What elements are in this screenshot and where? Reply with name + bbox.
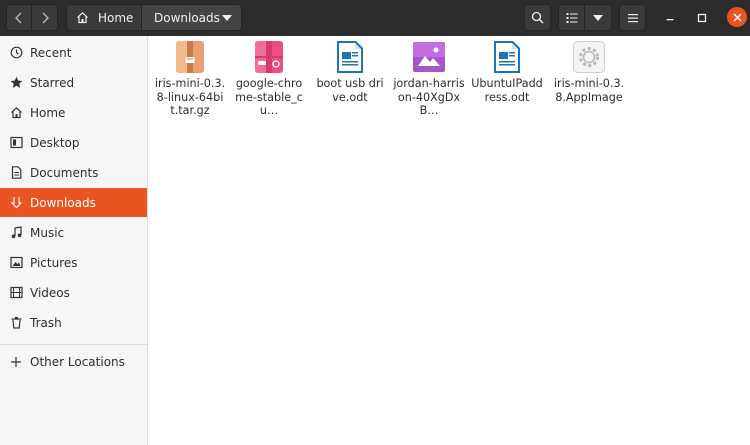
home-icon: [77, 11, 88, 24]
search-button[interactable]: [524, 4, 551, 31]
executable-gear-icon: [573, 41, 605, 73]
sidebar-separator: [0, 344, 147, 345]
file-name: iris-mini-0.3.8-linux-64bit.tar.gz: [154, 77, 226, 118]
hamburger-menu-icon: [627, 13, 638, 22]
sidebar-item-starred[interactable]: Starred: [0, 68, 147, 97]
minimize-icon: [666, 18, 674, 20]
sidebar-item-label: Trash: [30, 315, 62, 330]
trash-icon: [9, 316, 23, 330]
close-button[interactable]: [726, 6, 748, 28]
file-name: iris-mini-0.3.8.AppImage: [553, 77, 625, 104]
sidebar-item-documents[interactable]: Documents: [0, 158, 147, 187]
headerbar: Home Downloads: [0, 0, 750, 36]
minimize-button[interactable]: [659, 4, 681, 31]
file-name: boot usb drive.odt: [316, 77, 384, 104]
breadcrumb-downloads-label: Downloads: [154, 10, 220, 25]
caret-down-icon: [222, 15, 232, 21]
download-icon: [9, 196, 23, 210]
chevron-left-icon: [15, 12, 22, 23]
close-icon: [732, 12, 742, 22]
sidebar-item-music[interactable]: Music: [0, 218, 147, 247]
videos-icon: [9, 286, 23, 300]
file-name: UbuntuIPaddress.odt: [471, 77, 543, 104]
deb-package-icon: [255, 41, 283, 73]
home-icon: [9, 106, 23, 120]
menu-button[interactable]: [619, 4, 646, 31]
sidebar: Recent Starred Home Desktop Documents Do…: [0, 36, 148, 445]
forward-button[interactable]: [31, 4, 58, 31]
sidebar-item-label: Recent: [30, 45, 72, 60]
view-options-button[interactable]: [584, 4, 612, 31]
breadcrumb-home-label: Home: [98, 10, 134, 25]
clock-icon: [9, 46, 23, 60]
file-item[interactable]: iris-mini-0.3.8.AppImage: [549, 40, 629, 104]
maximize-button[interactable]: [691, 4, 713, 31]
chevron-right-icon: [42, 12, 49, 23]
back-button[interactable]: [6, 4, 32, 31]
file-item[interactable]: iris-mini-0.3.8-linux-64bit.tar.gz: [150, 40, 230, 118]
sidebar-item-label: Home: [30, 105, 66, 120]
file-name: google-chrome-stable_cu…: [235, 77, 303, 118]
list-view-icon: [566, 12, 577, 23]
file-name: jordan-harrison-40XgDxB…: [393, 77, 465, 118]
sidebar-item-label: Music: [30, 225, 65, 240]
sidebar-item-label: Videos: [30, 285, 70, 300]
desktop-icon: [9, 136, 23, 150]
close-circle: [727, 7, 747, 27]
maximize-icon: [697, 13, 707, 22]
sidebar-item-other-locations[interactable]: Other Locations: [0, 347, 147, 376]
sidebar-item-label: Other Locations: [30, 354, 125, 369]
view-list-button[interactable]: [558, 4, 585, 31]
sidebar-item-downloads[interactable]: Downloads: [0, 188, 147, 217]
sidebar-item-pictures[interactable]: Pictures: [0, 248, 147, 277]
file-item[interactable]: jordan-harrison-40XgDxB…: [389, 40, 469, 118]
document-icon: [337, 41, 363, 73]
music-icon: [9, 226, 23, 240]
documents-icon: [9, 166, 23, 180]
sidebar-item-label: Starred: [30, 75, 75, 90]
archive-icon: [176, 41, 204, 73]
plus-icon: [9, 355, 23, 369]
sidebar-item-videos[interactable]: Videos: [0, 278, 147, 307]
sidebar-item-label: Pictures: [30, 255, 78, 270]
document-icon: [494, 41, 520, 73]
breadcrumb-downloads[interactable]: Downloads: [141, 4, 242, 31]
sidebar-item-label: Desktop: [30, 135, 80, 150]
caret-down-icon: [593, 14, 603, 21]
search-icon: [531, 11, 544, 24]
sidebar-item-recent[interactable]: Recent: [0, 38, 147, 67]
sidebar-item-home[interactable]: Home: [0, 98, 147, 127]
sidebar-item-desktop[interactable]: Desktop: [0, 128, 147, 157]
star-icon: [9, 76, 23, 90]
image-icon: [413, 42, 445, 72]
file-item[interactable]: UbuntuIPaddress.odt: [467, 40, 547, 104]
file-item[interactable]: boot usb drive.odt: [310, 40, 390, 104]
sidebar-item-label: Documents: [30, 165, 99, 180]
breadcrumb-home[interactable]: Home: [66, 4, 142, 31]
sidebar-item-label: Downloads: [30, 195, 96, 210]
pictures-icon: [9, 256, 23, 270]
sidebar-item-trash[interactable]: Trash: [0, 308, 147, 337]
file-item[interactable]: google-chrome-stable_cu…: [229, 40, 309, 118]
